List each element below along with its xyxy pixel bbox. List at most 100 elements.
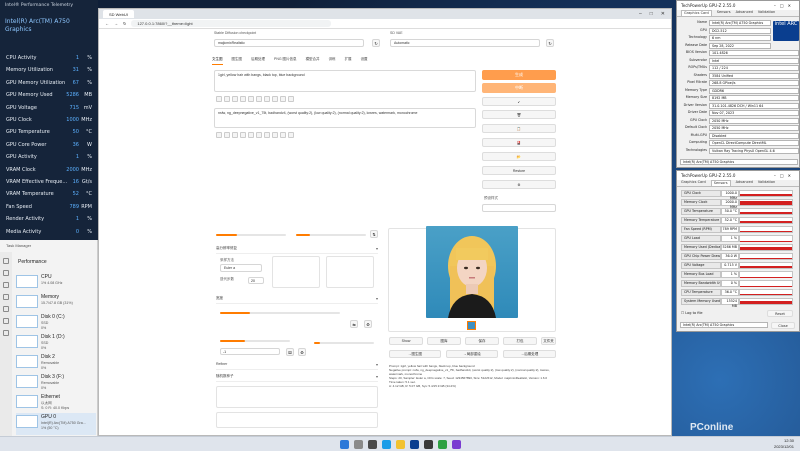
search-icon[interactable] <box>354 440 363 449</box>
swap-dimensions-icon[interactable]: ⇆ <box>350 320 358 328</box>
window-controls[interactable]: –□✕ <box>774 173 795 178</box>
sensor-name[interactable]: Memory Bandwidth Usage <box>681 280 721 287</box>
tab-settings[interactable]: 设置 <box>361 57 368 65</box>
seed-slider[interactable] <box>314 342 374 344</box>
gallery-button[interactable]: 图库 <box>427 337 461 345</box>
model-select[interactable]: majicmixRealistic <box>214 39 364 47</box>
tool-icon[interactable] <box>280 132 286 138</box>
browser-tab[interactable]: SD WebUI <box>103 10 134 18</box>
sensor-name[interactable]: Memory Used (Dedicated) <box>681 244 721 251</box>
negative-prompt-input[interactable]: nsfw, ng_deepnegative_v1_75t, badhandv4,… <box>214 108 476 128</box>
sensor-name[interactable]: Memory Clock <box>681 199 721 206</box>
vae-select[interactable]: Automatic <box>390 39 540 47</box>
reload-icon[interactable]: ↻ <box>123 21 126 26</box>
apply-style-button[interactable]: 📋 <box>482 124 556 133</box>
tab-extensions[interactable]: 扩展 <box>345 57 352 65</box>
tab-advanced[interactable]: Advanced <box>736 180 753 186</box>
tab-validation[interactable]: Validation <box>758 180 775 186</box>
maximize-icon[interactable]: □ <box>650 11 653 17</box>
batch-slider[interactable] <box>216 234 286 236</box>
tab-train[interactable]: 训练 <box>329 57 336 65</box>
send-img2img-button[interactable]: →图生图 <box>389 350 441 358</box>
app-icon[interactable] <box>452 440 461 449</box>
clear-prompt-button[interactable]: 🗑 <box>482 110 556 119</box>
steps-input[interactable]: 20 <box>248 277 264 284</box>
tool-icon[interactable] <box>232 132 238 138</box>
url-field[interactable]: 127.0.0.1:7860/?__theme=light <box>131 20 332 27</box>
sensor-name[interactable]: GPU Voltage <box>681 262 721 269</box>
tab-graphics-card[interactable]: Graphics Card <box>681 180 706 186</box>
perf-item[interactable]: Memory 15.7/47.8 GB (31%) <box>16 293 96 315</box>
services-icon[interactable] <box>3 330 9 336</box>
tool-icon[interactable] <box>240 132 246 138</box>
sensor-name[interactable]: Fan Speed (RPM) <box>681 226 721 233</box>
minimize-icon[interactable]: – <box>639 11 642 17</box>
tab-sensors[interactable]: Sensors <box>717 10 731 16</box>
recycle-seed-icon[interactable]: ♻ <box>298 348 306 356</box>
tool-icon[interactable] <box>256 132 262 138</box>
tool-icon[interactable] <box>248 132 254 138</box>
tool-icon[interactable] <box>240 96 246 102</box>
refresh-icon[interactable]: ↻ <box>372 39 380 47</box>
sensor-name[interactable]: System Memory Used <box>681 298 721 305</box>
gpu-select[interactable]: Intel(R) Arc(TM) A750 Graphics <box>680 159 798 165</box>
perf-item[interactable]: CPU 1% 4.08 GHz <box>16 273 96 295</box>
gpuz-icon[interactable] <box>438 440 447 449</box>
tab-merge[interactable]: 模型合并 <box>306 57 320 65</box>
zip-button[interactable]: 打包 <box>503 337 537 345</box>
tab-img2img[interactable]: 图生图 <box>232 57 243 65</box>
close-icon[interactable]: ✕ <box>661 11 665 17</box>
generate-button[interactable]: 生成 <box>482 70 556 80</box>
tool-icon[interactable] <box>216 96 222 102</box>
tab-txt2img[interactable]: 文生图 <box>212 57 223 65</box>
sensor-name[interactable]: CPU Temperature <box>681 289 721 296</box>
save-button[interactable]: 保存 <box>465 337 499 345</box>
tab-sensors[interactable]: Sensors <box>710 180 731 186</box>
startup-icon[interactable] <box>3 294 9 300</box>
refiner-section[interactable]: Refiner ▾ <box>216 362 378 370</box>
show-button[interactable]: Show <box>389 337 423 345</box>
details-icon[interactable] <box>3 318 9 324</box>
tool-icon[interactable] <box>288 96 294 102</box>
reset-button[interactable]: Reset <box>767 310 793 317</box>
back-icon[interactable]: ← <box>105 21 109 26</box>
dice-icon[interactable]: ⚄ <box>286 348 294 356</box>
tool-icon[interactable] <box>288 132 294 138</box>
cfg-slider[interactable] <box>220 340 290 342</box>
vae-refresh-icon[interactable]: ↻ <box>546 39 554 47</box>
interrupt-button[interactable]: 中断 <box>482 83 556 93</box>
perf-item[interactable]: Disk 2 Removable 0% <box>16 353 96 375</box>
log-checkbox[interactable]: ☐ Log to file <box>681 311 703 315</box>
perf-item[interactable]: Ethernet 以太网 S: 0 R: 40.0 Kbps <box>16 393 96 415</box>
tab-advanced[interactable]: Advanced <box>736 10 753 16</box>
tool-icon[interactable] <box>224 96 230 102</box>
seed-input[interactable]: -1 <box>220 348 280 355</box>
taskbar-clock[interactable]: 12:30 2023/12/01 <box>774 438 794 450</box>
sensor-name[interactable]: Memory Bus Load <box>681 271 721 278</box>
forward-icon[interactable]: → <box>114 21 118 26</box>
start-icon[interactable] <box>340 440 349 449</box>
styles-select[interactable] <box>482 204 556 212</box>
edge-icon[interactable] <box>382 440 391 449</box>
perf-item[interactable]: Disk 0 (C:) SSD 0% <box>16 313 96 335</box>
sensor-name[interactable]: GPU Temperature <box>681 208 721 215</box>
performance-icon[interactable] <box>3 270 9 276</box>
tool-icon[interactable] <box>264 132 270 138</box>
seed-section[interactable]: 随机数种子 ▾ <box>216 374 378 382</box>
send-extras-button[interactable]: →后期处理 <box>503 350 556 358</box>
tab-graphics-card[interactable]: Graphics Card <box>681 10 712 16</box>
hires-section[interactable]: 高分辨率修复 ▾ <box>216 246 378 254</box>
close-button[interactable]: Close <box>771 322 795 329</box>
folder-button[interactable]: 文件夹 <box>541 337 556 345</box>
terminal-icon[interactable] <box>424 440 433 449</box>
sensor-name[interactable]: GPU Chip Power Draw <box>681 253 721 260</box>
prompt-input[interactable]: 1girl, yellow hair with bangs, black top… <box>214 70 476 92</box>
gpu-select[interactable]: Intel(R) Arc(TM) A750 Graphics <box>680 322 768 328</box>
swap-icon[interactable]: ⇅ <box>370 230 378 238</box>
tool-icon[interactable] <box>264 96 270 102</box>
width-section[interactable]: 宽度 ▾ <box>216 296 378 304</box>
restore-button[interactable]: Restore <box>482 166 556 175</box>
tool-icon[interactable] <box>280 96 286 102</box>
width-slider[interactable] <box>220 312 340 314</box>
tool-icon[interactable] <box>224 132 230 138</box>
